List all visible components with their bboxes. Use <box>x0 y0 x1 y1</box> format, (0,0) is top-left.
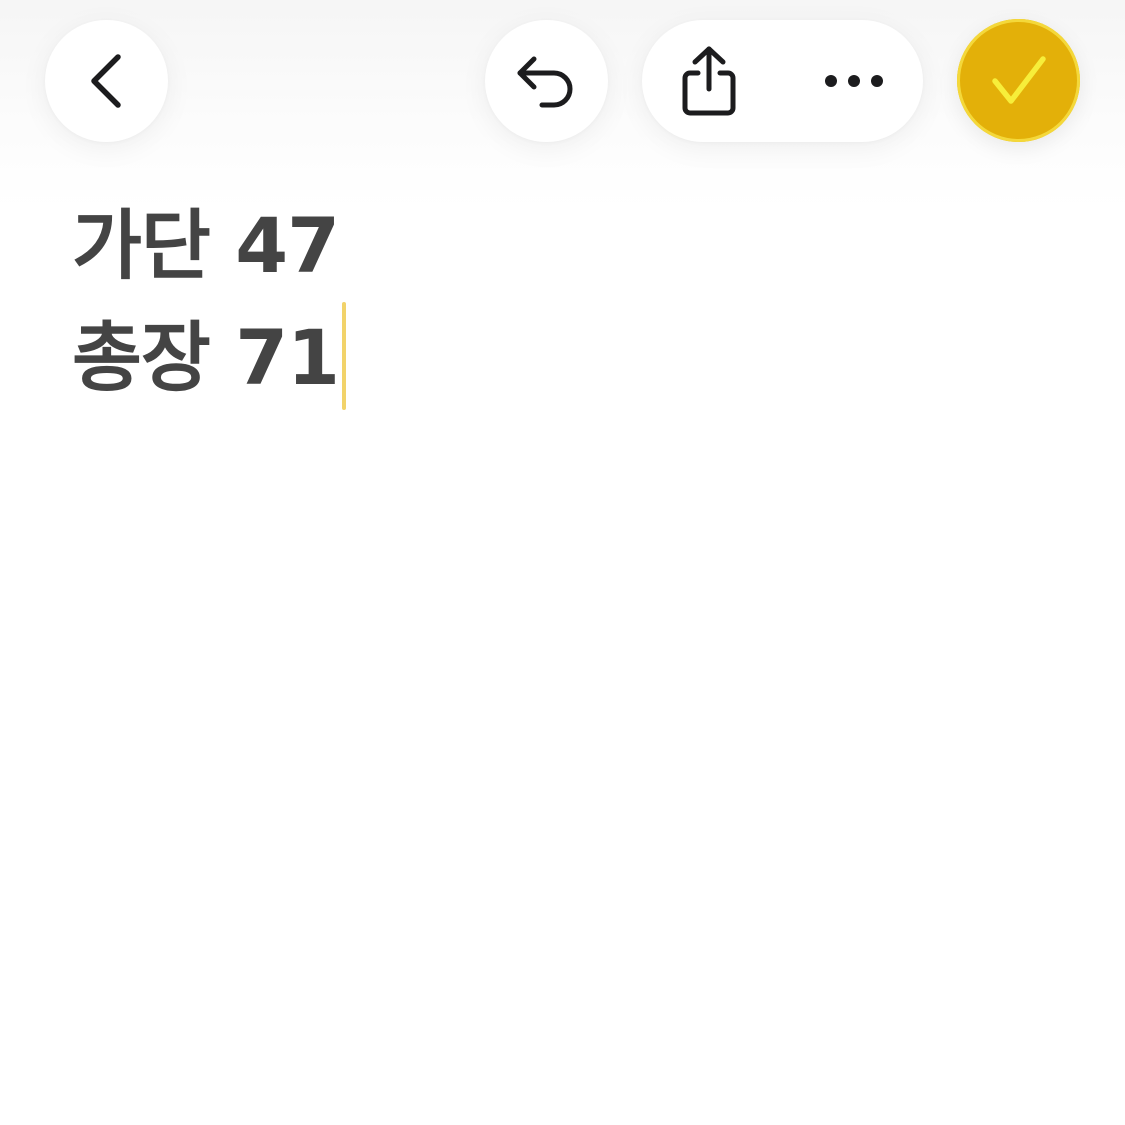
checkmark-icon <box>991 55 1046 104</box>
note-line: 총장 71 <box>72 302 1052 414</box>
note-text-area[interactable]: 가단 47 총장 71 <box>72 190 1052 414</box>
more-button[interactable] <box>819 36 889 126</box>
note-line: 가단 47 <box>72 190 1052 302</box>
done-button[interactable] <box>957 19 1080 142</box>
share-button[interactable] <box>674 36 744 126</box>
back-button[interactable] <box>45 20 168 142</box>
note-line-text: 총장 71 <box>72 313 340 402</box>
ellipsis-icon <box>825 75 883 87</box>
text-cursor <box>342 302 347 410</box>
note-line-text: 가단 47 <box>72 201 340 290</box>
chevron-left-icon <box>90 54 121 108</box>
note-editor-screen: 가단 47 총장 71 <box>0 0 1125 1125</box>
share-more-group <box>642 20 923 142</box>
undo-icon <box>517 56 572 108</box>
undo-button[interactable] <box>485 20 608 142</box>
share-icon <box>682 46 736 116</box>
